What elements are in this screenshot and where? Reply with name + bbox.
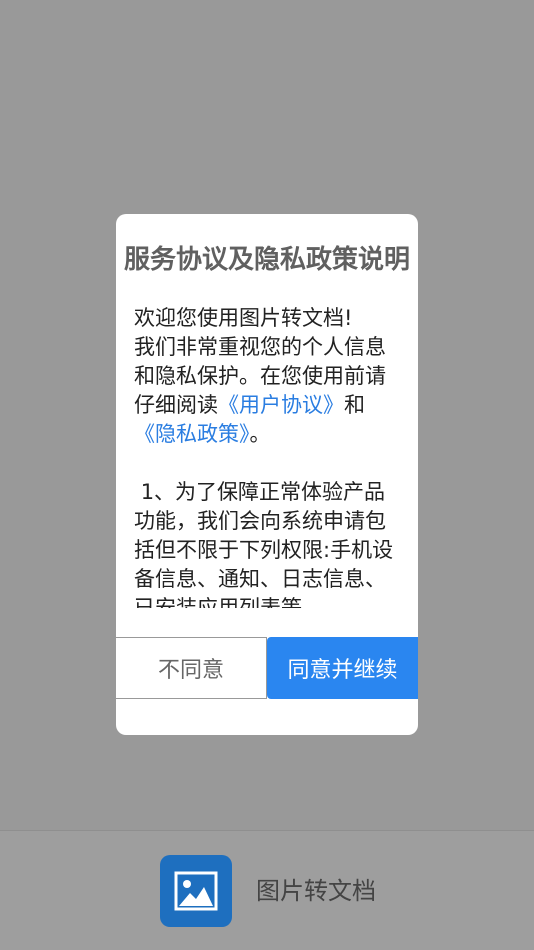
privacy-policy-link[interactable]: 《隐私政策》 xyxy=(134,422,250,446)
app-name: 图片转文档 xyxy=(256,877,376,905)
agree-continue-button[interactable]: 同意并继续 xyxy=(267,637,418,699)
intro-paragraph: 我们非常重视您的个人信息和隐私保护。在您使用前请仔细阅读《用户协议》和《隐私政策… xyxy=(134,333,400,449)
dialog-title: 服务协议及隐私政策说明 xyxy=(123,245,410,275)
period-text: 。 xyxy=(249,422,271,446)
user-agreement-link[interactable]: 《用户协议》 xyxy=(218,393,344,417)
dialog-body[interactable]: 欢迎您使用图片转文档! 我们非常重视您的个人信息和隐私保护。在您使用前请仔细阅读… xyxy=(134,304,400,608)
intro-line-1: 欢迎您使用图片转文档! xyxy=(134,306,353,330)
section-1-text: 1、为了保障正常体验产品功能，我们会向系统申请包括但不限于下列权限:手机设备信息… xyxy=(134,480,394,608)
image-icon-glyph xyxy=(174,871,218,911)
disagree-button[interactable]: 不同意 xyxy=(116,637,267,699)
screen: 图片转文档 服务协议及隐私政策说明 欢迎您使用图片转文档! 我们非常重视您的个人… xyxy=(0,0,534,950)
and-text: 和 xyxy=(344,393,365,417)
privacy-dialog: 服务协议及隐私政策说明 欢迎您使用图片转文档! 我们非常重视您的个人信息和隐私保… xyxy=(116,214,418,735)
image-icon xyxy=(160,855,232,927)
